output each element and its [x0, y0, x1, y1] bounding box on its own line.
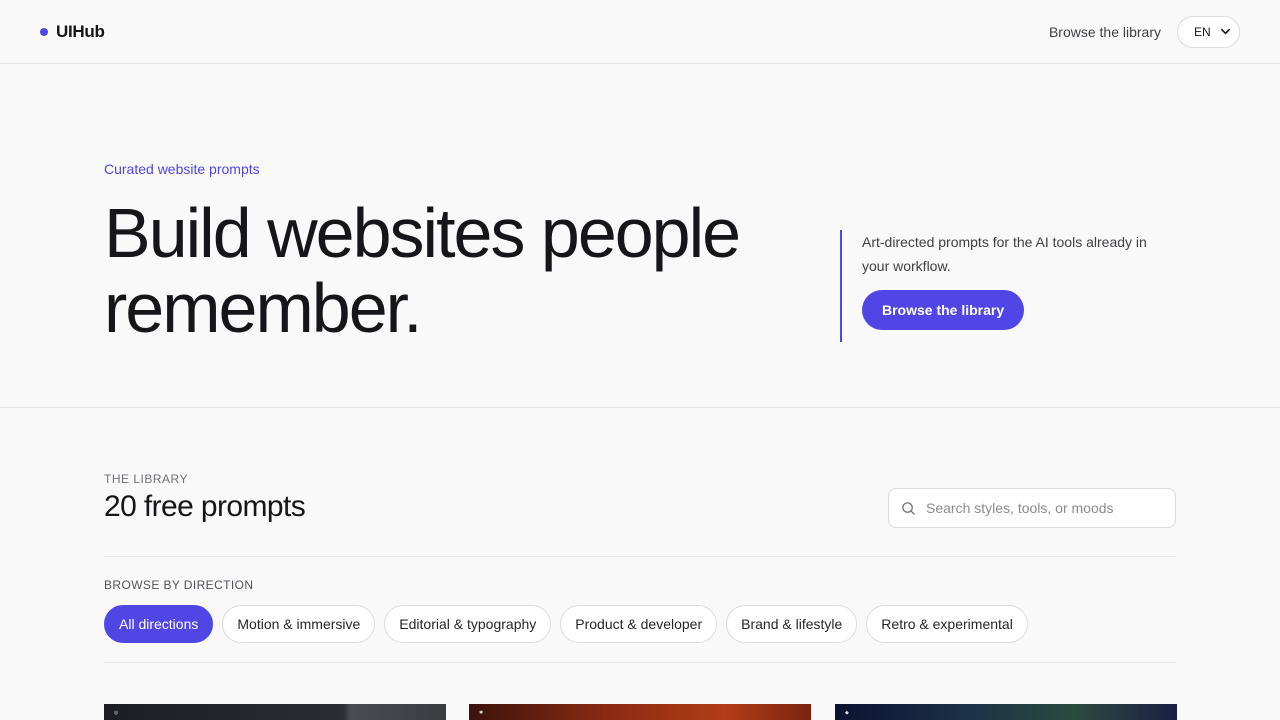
browse-library-link[interactable]: Browse the library: [1049, 24, 1161, 40]
preview-nav-bar: ◎: [104, 704, 446, 720]
preview-logo: ◆: [845, 710, 849, 716]
hero-title: Build websites people remember.: [104, 196, 824, 346]
hero-title-line-2: remember.: [104, 269, 423, 347]
library-divider-bottom: [104, 662, 1176, 663]
prompt-card-preview[interactable]: ◎: [104, 704, 446, 720]
library-divider-top: [104, 556, 1176, 557]
direction-filter-chips: All directions Motion & immersive Editor…: [104, 605, 1028, 643]
language-value: EN: [1194, 24, 1211, 39]
brand-logo[interactable]: UIHub: [40, 22, 105, 42]
brand-dot-icon: [40, 27, 48, 36]
chevron-down-icon: [1221, 28, 1230, 35]
filter-chip-motion-immersive[interactable]: Motion & immersive: [222, 605, 376, 643]
hero-description: Art-directed prompts for the AI tools al…: [862, 234, 1147, 274]
preview-logo: ◎: [114, 710, 119, 716]
hero-title-line-1: Build websites people: [104, 194, 741, 272]
preview-nav-bar: ✱: [469, 704, 811, 720]
prompt-card-preview[interactable]: ✱: [469, 704, 811, 720]
hero-aside: Art-directed prompts for the AI tools al…: [840, 230, 1176, 342]
search-box[interactable]: [888, 488, 1176, 528]
language-select[interactable]: EN: [1177, 15, 1240, 48]
search-input[interactable]: [926, 500, 1156, 516]
site-header: UIHub Browse the library EN: [0, 0, 1280, 64]
browse-library-button[interactable]: Browse the library: [862, 290, 1025, 330]
search-icon: [902, 501, 915, 515]
hero-eyebrow: Curated website prompts: [104, 161, 260, 177]
filter-chip-editorial-typography[interactable]: Editorial & typography: [384, 605, 552, 643]
preview-nav-bar: ◆: [835, 704, 1177, 720]
preview-logo: ✱: [479, 710, 484, 716]
filter-chip-product-developer[interactable]: Product & developer: [560, 605, 718, 643]
filter-chip-all-directions[interactable]: All directions: [104, 605, 214, 643]
library-eyebrow: THE LIBRARY: [104, 472, 188, 486]
library-title: 20 free prompts: [104, 490, 306, 523]
brand-name: UIHub: [56, 21, 105, 41]
section-divider: [0, 407, 1280, 408]
filter-chip-brand-lifestyle[interactable]: Brand & lifestyle: [726, 605, 858, 643]
header-nav: Browse the library EN: [1049, 15, 1240, 48]
filter-chip-retro-experimental[interactable]: Retro & experimental: [866, 605, 1028, 643]
browse-by-direction-label: BROWSE BY DIRECTION: [104, 578, 254, 592]
prompt-card-preview[interactable]: ◆: [835, 704, 1177, 720]
